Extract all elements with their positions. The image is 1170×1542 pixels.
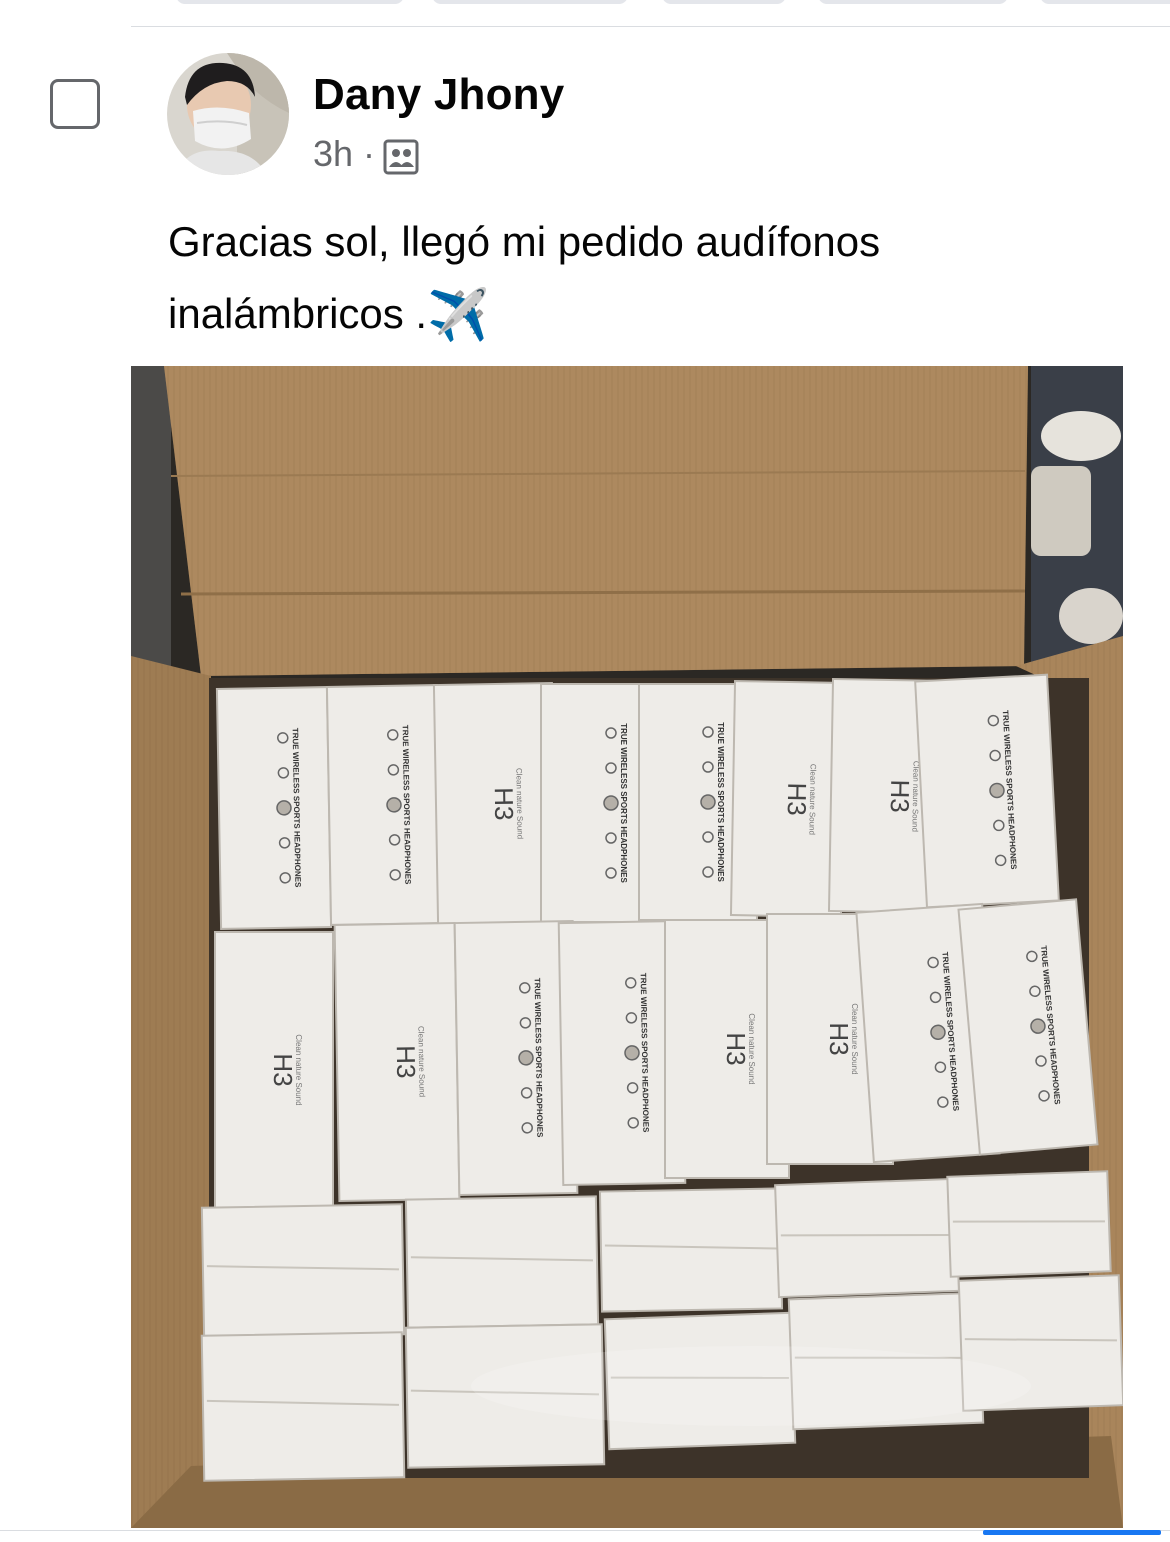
headphone-box (774, 1177, 960, 1299)
svg-text:H3: H3 (721, 1032, 751, 1065)
svg-text:Clean nature Sound: Clean nature Sound (807, 764, 817, 835)
avatar[interactable] (167, 53, 289, 175)
post-timestamp[interactable]: 3h (313, 133, 353, 175)
headphone-box: H3Clean nature Sound (432, 681, 558, 927)
svg-text:H3: H3 (489, 787, 520, 821)
headphone-box: H3Clean nature Sound (214, 931, 334, 1209)
headphone-box (598, 1187, 784, 1313)
group-audience-icon[interactable] (383, 139, 419, 175)
caption-text: Gracias sol, llegó mi pedido audífonos i… (168, 218, 881, 337)
chip[interactable] (1040, 0, 1170, 4)
select-post-checkbox[interactable] (50, 79, 100, 129)
top-chip-row (0, 0, 1170, 8)
post-meta: 3h · (313, 133, 419, 175)
svg-text:Clean nature Sound: Clean nature Sound (747, 1013, 756, 1084)
svg-text:Clean nature Sound: Clean nature Sound (416, 1026, 426, 1097)
headphone-box (200, 1331, 406, 1482)
photo-illustration: TRUE WIRELESS SPORTS HEADPHONES TRUE WIRE… (131, 366, 1123, 1528)
author-name[interactable]: Dany Jhony (313, 70, 564, 120)
svg-text:Clean nature Sound: Clean nature Sound (850, 1003, 859, 1074)
svg-text:H3: H3 (268, 1053, 298, 1086)
svg-text:Clean nature Sound: Clean nature Sound (514, 768, 524, 839)
headphone-box (946, 1170, 1112, 1278)
active-tab-indicator (983, 1530, 1161, 1535)
svg-text:TRUE WIRELESS SPORTS HEADPHONE: TRUE WIRELESS SPORTS HEADPHONES (619, 723, 628, 883)
post-caption: Gracias sol, llegó mi pedido audífonos i… (168, 206, 1068, 351)
svg-text:H3: H3 (782, 782, 813, 816)
post-photo[interactable]: TRUE WIRELESS SPORTS HEADPHONES TRUE WIRE… (131, 366, 1123, 1528)
headphone-box: TRUE WIRELESS SPORTS HEADPHONES (914, 673, 1060, 909)
headphone-box: TRUE WIRELESS SPORTS HEADPHONES (325, 684, 443, 926)
svg-text:H3: H3 (391, 1045, 422, 1079)
airplane-icon: ✈️ (427, 286, 490, 344)
chip[interactable] (432, 0, 628, 4)
chip[interactable] (818, 0, 1008, 4)
svg-text:Clean nature Sound: Clean nature Sound (294, 1034, 303, 1105)
headphone-box (404, 1195, 600, 1329)
svg-text:TRUE WIRELESS SPORTS HEADPHONE: TRUE WIRELESS SPORTS HEADPHONES (716, 722, 725, 882)
svg-text:H3: H3 (885, 779, 916, 813)
chip[interactable] (662, 0, 786, 4)
headphone-box: TRUE WIRELESS SPORTS HEADPHONES (215, 686, 333, 930)
headphone-box: TRUE WIRELESS SPORTS HEADPHONES (957, 898, 1099, 1156)
headphone-box (200, 1203, 406, 1339)
section-divider (131, 26, 1170, 27)
headphone-box: H3Clean nature Sound (729, 680, 847, 918)
svg-text:H3: H3 (824, 1022, 854, 1055)
chip[interactable] (176, 0, 404, 4)
meta-separator: · (363, 133, 376, 174)
headphone-box: H3Clean nature Sound (333, 921, 461, 1203)
